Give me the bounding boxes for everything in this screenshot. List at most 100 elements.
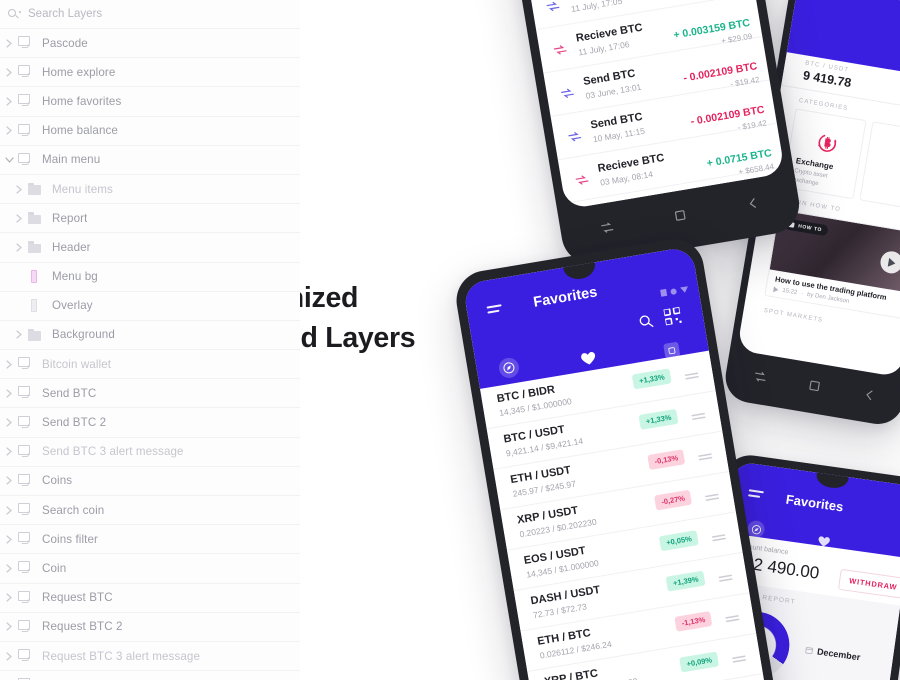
layer-label: Pascode <box>42 36 88 50</box>
search-layers-row[interactable] <box>0 0 300 29</box>
layer-row-menu-bg[interactable]: Menu bg <box>0 262 300 292</box>
layer-row-menu-items[interactable]: Menu items <box>0 174 300 205</box>
chevron-right-icon[interactable] <box>0 564 18 573</box>
layer-label: Coin <box>42 561 67 575</box>
chevron-right-icon[interactable] <box>10 214 28 223</box>
change-badge: +0,09% <box>679 651 720 673</box>
folder-icon <box>28 183 43 195</box>
artboard-icon <box>18 36 33 50</box>
layer-row-request-btc-2[interactable]: Request BTC 2 <box>0 612 300 642</box>
layer-row-coins[interactable]: Coins <box>0 466 300 496</box>
rectangle-icon <box>28 299 43 313</box>
search-input[interactable] <box>28 8 228 20</box>
phone-transactions: Send BTC11 July, 17:05- 0.043010 BTC- $3… <box>484 0 804 269</box>
heart-icon[interactable] <box>579 349 598 371</box>
layer-label: Coins filter <box>42 532 98 546</box>
layer-row-send-btc-3-alert-message[interactable]: Send BTC 3 alert message <box>0 437 300 467</box>
chevron-right-icon[interactable] <box>0 651 18 661</box>
layer-row-overlay[interactable]: Overlay <box>0 291 300 321</box>
artboard-icon <box>18 503 33 517</box>
chevron-right-icon[interactable] <box>0 535 18 544</box>
transaction-date: 11 July, 17:05 <box>570 0 623 15</box>
rectangle-icon <box>28 270 43 284</box>
search-icon[interactable] <box>638 314 655 335</box>
layer-row-bitcoin-wallet[interactable]: Bitcoin wallet <box>0 350 300 380</box>
chevron-right-icon[interactable] <box>0 593 18 602</box>
transfer-arrows-icon <box>545 0 561 18</box>
layer-row-request-btc[interactable]: Request BTC <box>0 583 300 613</box>
layer-row-search-coin[interactable]: Search coin <box>0 496 300 526</box>
search-icon <box>8 8 21 21</box>
artboard-icon <box>18 590 33 605</box>
transactions-list[interactable]: Send BTC11 July, 17:05- 0.043010 BTC- $3… <box>528 0 786 210</box>
favorites-list[interactable]: BTC / BIDR 14,345 / $1.000000 +1,33% BTC / … <box>480 350 763 680</box>
layer-label: Request BTC 3 alert message <box>42 649 200 663</box>
chevron-right-icon[interactable] <box>0 97 18 106</box>
layer-label: Overlay <box>52 299 93 313</box>
chevron-right-icon[interactable] <box>0 447 18 456</box>
home-square-icon <box>674 209 685 221</box>
artboard-icon <box>18 532 33 546</box>
chevron-right-icon[interactable] <box>0 418 18 427</box>
sparkline-icon <box>731 649 748 669</box>
back-icon <box>749 197 756 208</box>
chevron-right-icon[interactable] <box>10 330 28 340</box>
transfer-arrows-icon <box>560 85 576 105</box>
layer-label: Home explore <box>42 65 116 79</box>
layer-row-home-favorites[interactable]: Home favorites <box>0 87 300 117</box>
category-card-next[interactable] <box>859 121 900 213</box>
chevron-right-icon[interactable] <box>10 184 28 194</box>
layer-row-header[interactable]: Header <box>0 233 300 263</box>
chevron-right-icon[interactable] <box>0 126 18 135</box>
artboard-icon <box>18 65 33 79</box>
poster-canvas: BTC / USDT 9 419.78 CATEGORIES Exchange … <box>0 0 900 680</box>
layer-label: Menu bg <box>52 270 98 284</box>
layer-label: Request BTC 2 <box>42 620 123 634</box>
bitcoin-exchange-icon <box>813 129 841 157</box>
chevron-right-icon[interactable] <box>0 360 18 369</box>
back-icon <box>866 389 873 400</box>
menu-icon-balance[interactable] <box>748 489 764 501</box>
layer-row-coin[interactable]: Coin <box>0 554 300 584</box>
withdraw-button[interactable]: WITHDRAW <box>837 568 900 600</box>
transfer-arrows-icon <box>553 42 569 62</box>
layer-label: Header <box>52 240 91 254</box>
chevron-right-icon[interactable] <box>10 243 28 252</box>
chevron-right-icon[interactable] <box>0 389 18 398</box>
layer-label: Background <box>52 328 115 342</box>
layer-row-main-menu[interactable]: Main menu <box>0 145 300 175</box>
chevron-down-icon[interactable] <box>0 157 18 163</box>
layer-label: Send BTC <box>42 386 97 400</box>
pair-name: XRP / BTC <box>543 667 599 680</box>
layer-label: Search coin <box>42 503 105 517</box>
artboard-icon <box>18 357 33 371</box>
layer-row-background[interactable]: Background <box>0 320 300 351</box>
layer-tree[interactable]: Pascode Home explore Home favorites Home ba… <box>0 29 300 680</box>
layer-label: Menu items <box>52 182 113 196</box>
chevron-right-icon[interactable] <box>0 68 18 77</box>
category-subtitle: Crypto asset exchange <box>792 168 828 188</box>
chevron-right-icon[interactable] <box>0 476 18 486</box>
artboard-icon <box>18 444 33 459</box>
back-recent-icon <box>755 371 766 382</box>
layer-row-pascode[interactable]: Pascode <box>0 29 300 59</box>
layer-row-home-balance[interactable]: Home balance <box>0 116 300 146</box>
chevron-right-icon[interactable] <box>0 38 18 48</box>
chevron-right-icon[interactable] <box>0 622 18 631</box>
layer-label: Request BTC <box>42 591 113 605</box>
sparkline-icon <box>697 447 714 467</box>
layers-panel: Pascode Home explore Home favorites Home ba… <box>0 0 300 680</box>
qr-code-icon[interactable] <box>662 306 682 330</box>
layer-row-send-btc-2[interactable]: Send BTC 2 <box>0 408 300 438</box>
video-duration: 15:22 <box>781 287 798 297</box>
layer-row-report[interactable]: Report <box>0 204 300 234</box>
layer-row-btc-address[interactable]: BTC Address <box>0 671 300 680</box>
change-badge: -0,13% <box>647 449 686 470</box>
layer-label: Home favorites <box>42 94 122 108</box>
layer-row-send-btc[interactable]: Send BTC <box>0 379 300 409</box>
layer-row-request-btc-3-alert-message[interactable]: Request BTC 3 alert message <box>0 641 300 672</box>
layer-row-home-explore[interactable]: Home explore <box>0 58 300 88</box>
chevron-right-icon[interactable] <box>0 505 18 515</box>
layer-row-coins-filter[interactable]: Coins filter <box>0 525 300 555</box>
artboard-icon <box>18 415 33 430</box>
